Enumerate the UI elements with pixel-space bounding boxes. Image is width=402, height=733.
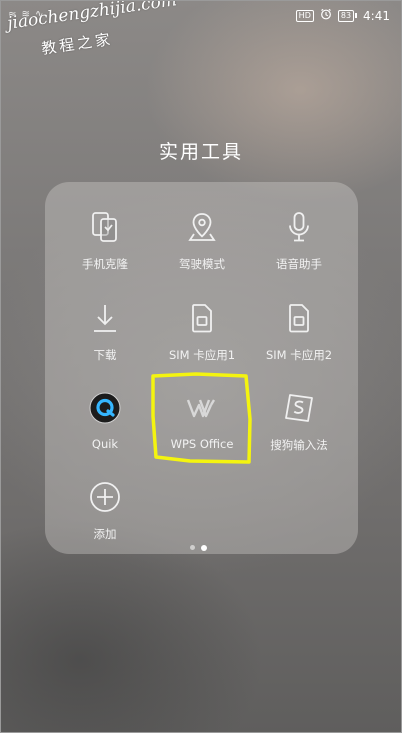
clock-time: 4:41 <box>363 8 390 23</box>
add-app-button[interactable]: 添加 <box>50 479 160 557</box>
app-quik[interactable]: Quik <box>50 390 160 468</box>
battery-level: 83 <box>337 9 355 22</box>
page-indicator <box>190 544 207 551</box>
folder-title[interactable]: 实用工具 <box>0 137 402 164</box>
microphone-icon <box>281 209 317 245</box>
app-wps-office[interactable]: WPS Office <box>147 390 257 468</box>
status-bar-right: HD 83 4:41 <box>295 8 390 23</box>
app-voice-assistant[interactable]: 语音助手 <box>244 209 354 287</box>
page-dot-2-active[interactable] <box>201 544 207 551</box>
sim-card-icon <box>281 300 317 336</box>
app-label: 搜狗输入法 <box>270 438 328 452</box>
folder-panel: 手机克隆 驾驶模式 语音助手 下载 SIM 卡应用1 SIM 卡应用2 Quik… <box>45 182 358 554</box>
app-label: 手机克隆 <box>82 257 128 271</box>
location-pin-icon <box>184 209 220 245</box>
app-sim-1[interactable]: SIM 卡应用1 <box>147 300 257 378</box>
app-label: Quik <box>91 437 119 451</box>
app-label: 语音助手 <box>276 257 322 271</box>
page-dot-1[interactable] <box>190 545 195 550</box>
sim-card-icon <box>184 300 220 336</box>
app-label: SIM 卡应用2 <box>265 348 333 362</box>
download-icon <box>87 300 123 336</box>
app-phone-clone[interactable]: 手机克隆 <box>50 209 160 287</box>
app-sogou-input[interactable]: 搜狗输入法 <box>244 390 354 468</box>
app-label: 下载 <box>93 348 117 362</box>
app-label: SIM 卡应用1 <box>168 348 236 362</box>
hd-badge: HD <box>295 9 314 22</box>
add-circle-icon <box>87 479 123 515</box>
app-label: 添加 <box>93 527 117 541</box>
phone-clone-icon <box>87 209 123 245</box>
wps-office-icon <box>184 390 220 426</box>
battery-icon: 83 <box>337 9 358 22</box>
app-label: 驾驶模式 <box>179 257 225 271</box>
sogou-input-icon <box>281 390 317 426</box>
app-label: WPS Office <box>170 437 234 451</box>
app-download[interactable]: 下载 <box>50 300 160 378</box>
app-sim-2[interactable]: SIM 卡应用2 <box>244 300 354 378</box>
quik-icon <box>87 390 123 426</box>
app-driving-mode[interactable]: 驾驶模式 <box>147 209 257 287</box>
alarm-clock-icon <box>320 8 332 23</box>
